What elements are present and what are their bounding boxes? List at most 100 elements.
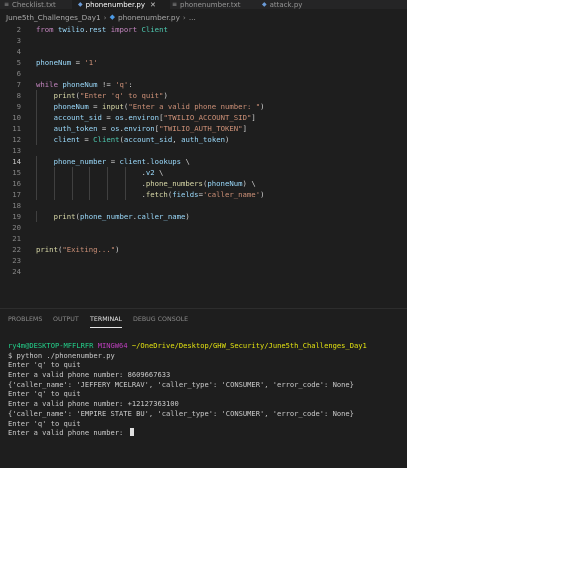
code-text: phoneNum = input("Enter a valid phone nu…: [53, 102, 265, 111]
line-number: 21: [12, 234, 21, 243]
line-number: 5: [16, 58, 21, 67]
code-line[interactable]: 15 .v2 \: [0, 167, 407, 178]
code-text: client = Client(account_sid, auth_token): [53, 135, 230, 144]
code-line[interactable]: 12 client = Client(account_sid, auth_tok…: [0, 134, 407, 145]
tab-label: phonenumber.txt: [180, 0, 241, 9]
terminal-prompt: ry4m@DESKTOP-MFFLRFR MINGW64 ~/OneDrive/…: [8, 341, 404, 351]
terminal-line: {'caller_name': 'JEFFERY MCELRAV', 'call…: [8, 379, 354, 389]
tab-label: attack.py: [269, 0, 303, 9]
bottom-panel: PROBLEMS OUTPUT TERMINAL DEBUG CONSOLE r…: [0, 308, 407, 468]
code-line[interactable]: 7 while phoneNum != 'q':: [0, 79, 407, 90]
chevron-right-icon: ›: [182, 12, 186, 22]
code-text: account_sid = os.environ["TWILIO_ACCOUNT…: [53, 113, 256, 122]
tab-attack-py[interactable]: ◆ attack.py: [258, 0, 322, 9]
code-line[interactable]: 17 .fetch(fields='caller_name'): [0, 189, 407, 200]
line-number: 22: [12, 245, 21, 254]
code-line[interactable]: 14 phone_number = client.lookups \: [0, 156, 407, 167]
terminal-line: Enter 'q' to quit: [8, 360, 81, 370]
breadcrumb-folder[interactable]: June5th_Challenges_Day1: [6, 13, 101, 22]
code-line[interactable]: 20: [0, 222, 407, 233]
code-line[interactable]: 18: [0, 200, 407, 211]
tab-debug-console[interactable]: DEBUG CONSOLE: [133, 315, 188, 327]
breadcrumb: June5th_Challenges_Day1 › ◆ phonenumber.…: [0, 11, 196, 23]
line-number: 18: [12, 201, 21, 210]
line-number: 14: [12, 157, 21, 166]
line-number: 19: [12, 212, 21, 221]
terminal-line: Enter 'q' to quit: [8, 418, 81, 428]
text-file-icon: ≡: [172, 1, 178, 8]
line-number: 8: [16, 91, 21, 100]
code-editor[interactable]: 2 from twilio.rest import Client 3 4 5 phoneN…: [0, 24, 407, 306]
terminal-line: $ python ./phonenumber.py: [8, 350, 115, 360]
code-line[interactable]: 16 .phone_numbers(phoneNum) \: [0, 178, 407, 189]
code-text: .fetch(fields='caller_name'): [141, 190, 265, 199]
code-line[interactable]: 21: [0, 233, 407, 244]
python-file-icon: ◆: [262, 1, 267, 8]
line-number: 9: [16, 102, 21, 111]
code-line[interactable]: 11 auth_token = os.environ["TWILIO_AUTH_…: [0, 123, 407, 134]
line-number: 15: [12, 168, 21, 177]
line-number: 11: [12, 124, 21, 133]
code-text: print("Enter 'q' to quit"): [53, 91, 168, 100]
prompt-user: ry4m@DESKTOP-MFFLRFR: [8, 341, 94, 350]
python-file-icon: ◆: [78, 1, 83, 8]
line-number: 13: [12, 146, 21, 155]
code-line[interactable]: 5 phoneNum = '1': [0, 57, 407, 68]
code-text: phoneNum = '1': [36, 58, 98, 67]
tab-phonenumber-txt[interactable]: ≡ phonenumber.txt: [170, 0, 252, 9]
code-line[interactable]: 13: [0, 145, 407, 156]
terminal-line: Enter a valid phone number: 8609667633: [8, 370, 171, 380]
chevron-right-icon: ›: [103, 12, 107, 22]
terminal-output[interactable]: ry4m@DESKTOP-MFFLRFR MINGW64 ~/OneDrive/…: [8, 341, 404, 438]
breadcrumb-more[interactable]: ...: [189, 13, 196, 22]
code-line[interactable]: 10 account_sid = os.environ["TWILIO_ACCO…: [0, 112, 407, 123]
code-text: .phone_numbers(phoneNum) \: [141, 179, 256, 188]
tab-output[interactable]: OUTPUT: [53, 315, 79, 327]
code-text: from twilio.rest import Client: [36, 25, 168, 34]
code-text: print("Exiting..."): [36, 245, 120, 254]
code-line[interactable]: 24: [0, 266, 407, 277]
code-line[interactable]: 3: [0, 35, 407, 46]
breadcrumb-file[interactable]: phonenumber.py: [118, 13, 180, 22]
line-number: 4: [16, 47, 21, 56]
line-number: 17: [12, 190, 21, 199]
code-line[interactable]: 19 print(phone_number.caller_name): [0, 211, 407, 222]
prompt-env: MINGW64: [97, 341, 128, 350]
terminal-cursor: [129, 428, 134, 437]
code-line[interactable]: 6: [0, 68, 407, 79]
terminal-line: Enter a valid phone number: +12127363100: [8, 399, 179, 409]
line-number: 16: [12, 179, 21, 188]
code-line[interactable]: 2 from twilio.rest import Client: [0, 24, 407, 35]
line-number: 20: [12, 223, 21, 232]
line-number: 6: [16, 69, 21, 78]
tab-checklist-txt[interactable]: ≡ Checklist.txt: [0, 0, 74, 9]
line-number: 7: [16, 80, 21, 89]
line-number: 2: [16, 25, 21, 34]
tab-phonenumber-py[interactable]: ◆ phonenumber.py ✕: [72, 0, 170, 9]
line-number: 23: [12, 256, 21, 265]
code-text: auth_token = os.environ["TWILIO_AUTH_TOK…: [53, 124, 247, 133]
line-number: 10: [12, 113, 21, 122]
terminal-line: Enter 'q' to quit: [8, 389, 81, 399]
terminal-line: {'caller_name': 'EMPIRE STATE BU', 'call…: [8, 408, 354, 418]
editor-tab-bar: ≡ Checklist.txt ◆ phonenumber.py ✕ ≡ pho…: [0, 0, 407, 9]
code-line[interactable]: 9 phoneNum = input("Enter a valid phone …: [0, 101, 407, 112]
code-text: print(phone_number.caller_name): [53, 212, 190, 221]
vscode-window: ≡ Checklist.txt ◆ phonenumber.py ✕ ≡ pho…: [0, 0, 407, 468]
code-line[interactable]: 4: [0, 46, 407, 57]
tab-terminal[interactable]: TERMINAL: [90, 315, 123, 328]
code-text: .v2 \: [141, 168, 164, 177]
python-file-icon: ◆: [109, 13, 115, 21]
code-text: phone_number = client.lookups \: [53, 157, 190, 166]
text-file-icon: ≡: [4, 1, 10, 8]
code-line[interactable]: 22 print("Exiting..."): [0, 244, 407, 255]
code-line[interactable]: 8 print("Enter 'q' to quit"): [0, 90, 407, 101]
close-icon[interactable]: ✕: [150, 1, 156, 9]
line-number: 12: [12, 135, 21, 144]
line-number: 24: [12, 267, 21, 276]
prompt-path: ~/OneDrive/Desktop/GHW_Security/June5th_…: [131, 341, 367, 350]
tab-problems[interactable]: PROBLEMS: [8, 315, 42, 327]
terminal-input-line[interactable]: Enter a valid phone number:: [8, 428, 404, 438]
code-line[interactable]: 23: [0, 255, 407, 266]
line-number: 3: [16, 36, 21, 45]
